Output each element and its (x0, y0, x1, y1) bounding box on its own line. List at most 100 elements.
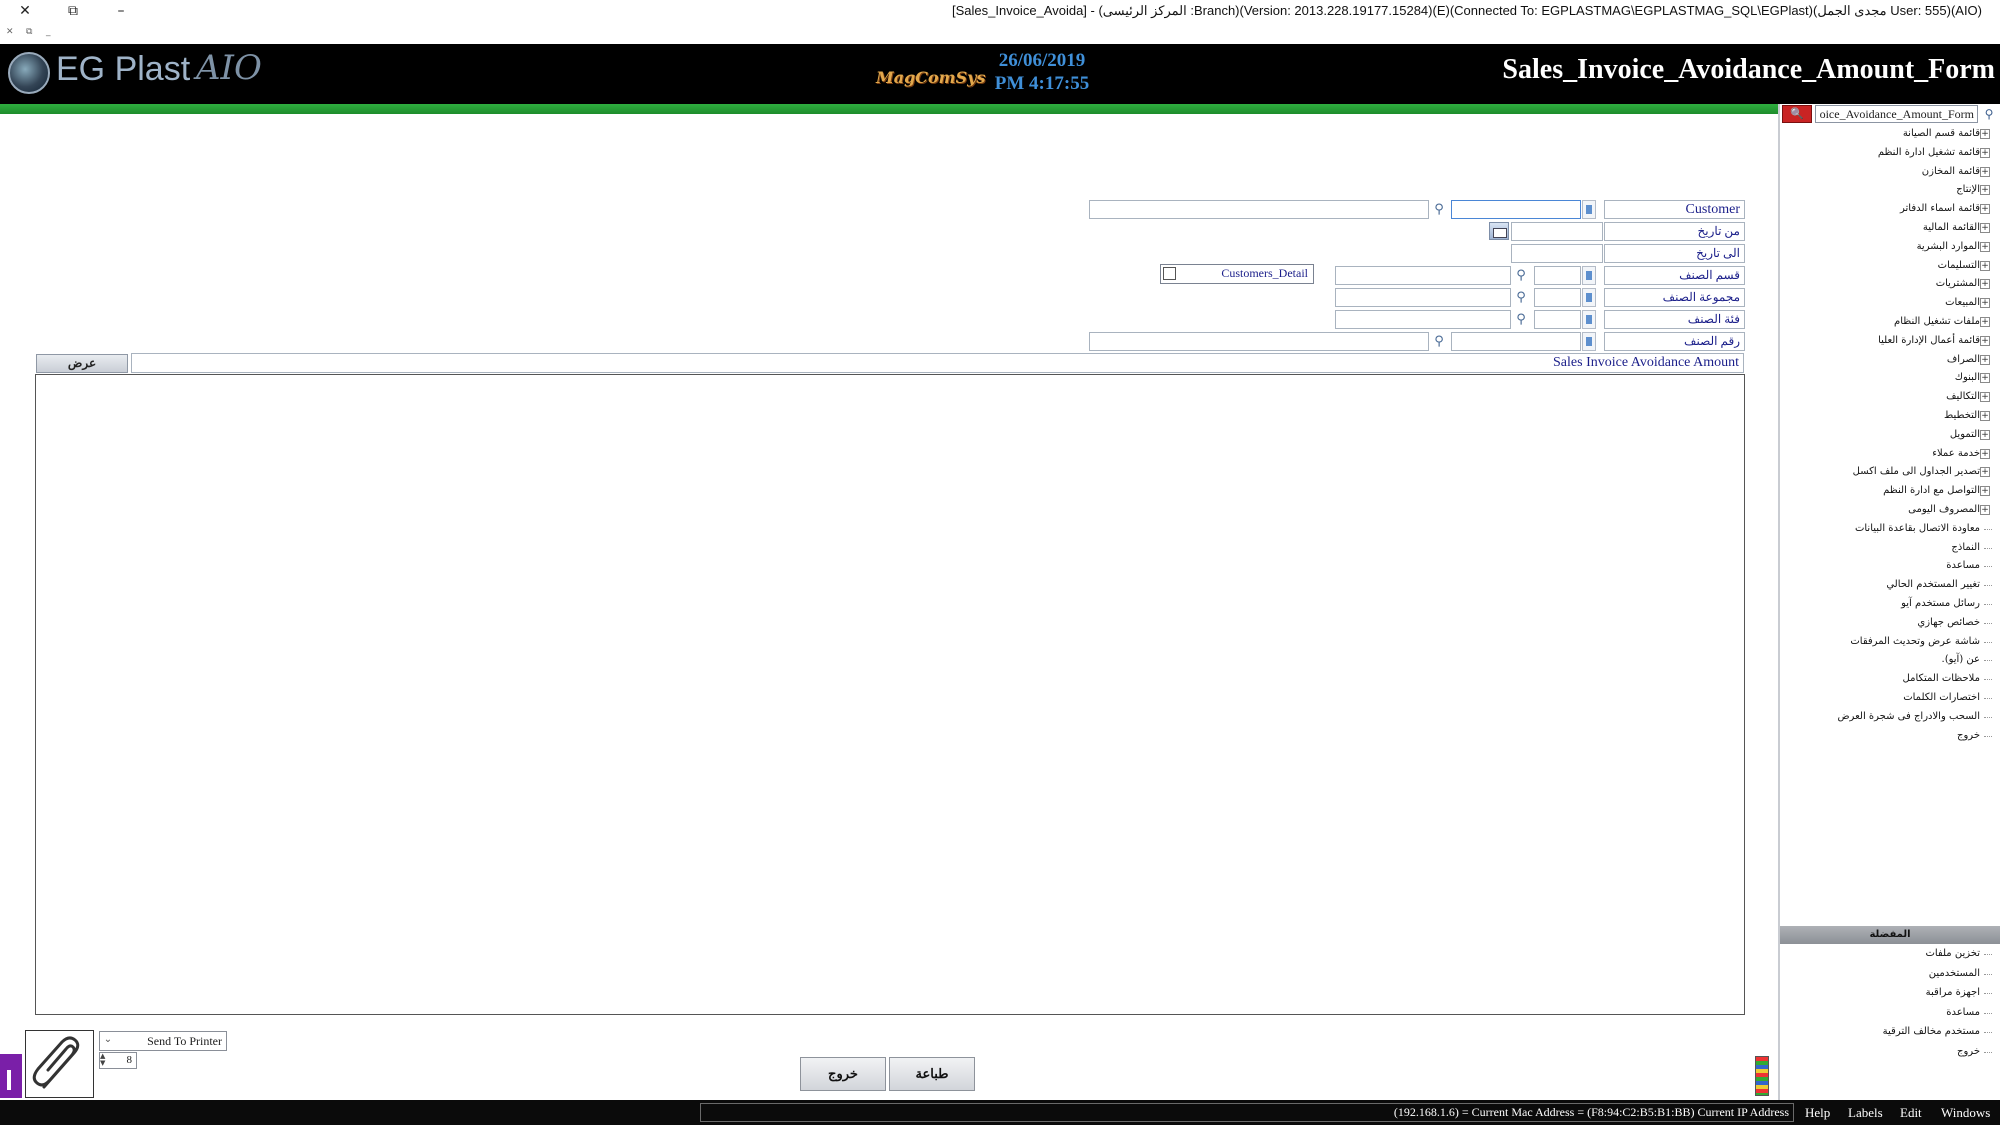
customer-name-field[interactable] (1089, 200, 1429, 219)
tree-item[interactable]: معاودة الاتصال بقاعدة البيانات (1855, 520, 1980, 538)
tree-item[interactable]: قائمة المخازن (1922, 163, 1980, 181)
item-category-picker-icon[interactable] (1582, 310, 1596, 329)
item-category-name-field[interactable] (1335, 310, 1511, 329)
expand-icon[interactable]: + (1980, 505, 1990, 515)
tree-item[interactable]: اختصارات الكلمات (1903, 689, 1980, 707)
item-section-picker-icon[interactable] (1582, 266, 1596, 285)
expand-icon[interactable]: + (1980, 411, 1990, 421)
menu-edit[interactable]: Edit (1900, 1103, 1922, 1122)
attachment-button[interactable] (25, 1030, 94, 1098)
tree-item[interactable]: خصائص جهازي (1917, 614, 1980, 632)
tree-item[interactable]: خروج (1957, 727, 1980, 745)
tree-item[interactable]: خدمة عملاء (1932, 445, 1980, 463)
tree-item[interactable]: الموارد البشرية (1917, 238, 1980, 256)
tree-item[interactable]: الإنتاج (1956, 181, 1980, 199)
stepper-arrows-icon[interactable]: ▲ ▼ (100, 1053, 110, 1068)
tree-item[interactable]: القائمة المالية (1923, 219, 1980, 237)
expand-icon[interactable]: + (1980, 430, 1990, 440)
tree-item[interactable]: قائمة تشغيل ادارة النظم (1878, 144, 1980, 162)
item-number-picker-icon[interactable] (1582, 332, 1596, 351)
tree-item[interactable]: المشتريات (1936, 275, 1980, 293)
restore-icon[interactable]: ⧉ (60, 2, 86, 20)
side-tab-icon[interactable] (0, 1054, 22, 1098)
expand-icon[interactable]: + (1980, 129, 1990, 139)
favorite-item[interactable]: خروج (1957, 1043, 1980, 1061)
calendar-icon[interactable] (1489, 222, 1509, 240)
item-section-code-field[interactable] (1534, 266, 1581, 285)
favorite-item[interactable]: المستخدمين (1929, 965, 1980, 983)
tree-item[interactable]: مساعدة (1946, 557, 1980, 575)
expand-icon[interactable]: + (1980, 355, 1990, 365)
item-number-name-field[interactable] (1089, 332, 1429, 351)
print-destination-select[interactable]: Send To Printer (99, 1031, 227, 1051)
to-date-field[interactable] (1511, 244, 1603, 263)
mdi-minimize-icon[interactable]: _ (46, 27, 51, 37)
tree-item[interactable]: قائمة قسم الصيانة (1903, 125, 1980, 143)
expand-icon[interactable]: + (1980, 298, 1990, 308)
tree-item[interactable]: شاشة عرض وتحديث المرفقات (1850, 633, 1980, 651)
print-button[interactable]: طباعة (889, 1057, 975, 1091)
chevron-down-icon[interactable]: ⌄ (101, 1032, 115, 1048)
tree-item[interactable]: رسائل مستخدم آيو (1901, 595, 1980, 613)
item-group-search-icon[interactable]: ⚲ (1511, 288, 1531, 307)
from-date-field[interactable] (1511, 222, 1603, 241)
tree-item[interactable]: تغيير المستخدم الحالي (1886, 576, 1980, 594)
menu-labels[interactable]: Labels (1848, 1103, 1883, 1122)
books-icon[interactable] (1755, 1056, 1769, 1096)
tree-item[interactable]: التسليمات (1938, 257, 1980, 275)
expand-icon[interactable]: + (1980, 148, 1990, 158)
expand-icon[interactable]: + (1980, 449, 1990, 459)
tree-item[interactable]: قائمة أعمال الإدارة العليا (1878, 332, 1980, 350)
exit-button[interactable]: خروج (800, 1057, 886, 1091)
expand-icon[interactable]: + (1980, 204, 1990, 214)
expand-icon[interactable]: + (1980, 373, 1990, 383)
customer-code-field[interactable] (1451, 200, 1581, 219)
expand-icon[interactable]: + (1980, 467, 1990, 477)
tree-item[interactable]: التمويل (1950, 426, 1980, 444)
mdi-restore-icon[interactable]: ⧉ (26, 27, 32, 37)
mdi-close-icon[interactable]: ✕ (6, 27, 14, 37)
favorite-item[interactable]: تخزين ملفات (1925, 945, 1980, 963)
favorite-item[interactable]: مساعدة (1946, 1004, 1980, 1022)
expand-icon[interactable]: + (1980, 279, 1990, 289)
expand-icon[interactable]: + (1980, 185, 1990, 195)
tree-item[interactable]: التخطيط (1944, 407, 1980, 425)
item-category-search-icon[interactable]: ⚲ (1511, 310, 1531, 329)
tree-item[interactable]: المبيعات (1945, 294, 1980, 312)
menu-help[interactable]: Help (1805, 1103, 1830, 1122)
item-section-name-field[interactable] (1335, 266, 1511, 285)
minimize-icon[interactable]: – (108, 2, 134, 20)
expand-icon[interactable]: + (1980, 261, 1990, 271)
tree-item[interactable]: الصراف (1947, 351, 1980, 369)
expand-icon[interactable]: + (1980, 392, 1990, 402)
item-group-name-field[interactable] (1335, 288, 1511, 307)
tree-item[interactable]: تصدير الجداول الى ملف اكسل (1853, 463, 1980, 481)
expand-icon[interactable]: + (1980, 242, 1990, 252)
tree-item[interactable]: البنوك (1955, 369, 1980, 387)
expand-icon[interactable]: + (1980, 317, 1990, 327)
expand-icon[interactable]: + (1980, 167, 1990, 177)
close-icon[interactable]: ✕ (12, 2, 38, 20)
tree-item[interactable]: ملاحظات المتكامل (1903, 670, 1980, 688)
item-number-code-field[interactable] (1451, 332, 1581, 351)
tree-item[interactable]: السحب والادراج فى شجرة العرض (1837, 708, 1980, 726)
item-group-picker-icon[interactable] (1582, 288, 1596, 307)
item-group-code-field[interactable] (1534, 288, 1581, 307)
menu-windows[interactable]: Windows (1941, 1103, 1990, 1122)
favorite-item[interactable]: مستخدم مخالف الترقية (1883, 1023, 1980, 1041)
menu-search-button[interactable]: 🔍 (1782, 105, 1812, 123)
expand-icon[interactable]: + (1980, 486, 1990, 496)
tree-item[interactable]: عن (آيو). (1942, 651, 1980, 669)
menu-search-input[interactable]: oice_Avoidance_Amount_Form (1815, 105, 1978, 123)
report-viewer[interactable] (35, 374, 1745, 1015)
tree-item[interactable]: المصروف اليومى (1908, 501, 1980, 519)
tree-item[interactable]: النماذج (1951, 539, 1980, 557)
expand-icon[interactable]: + (1980, 336, 1990, 346)
customer-picker-icon[interactable] (1582, 200, 1596, 219)
tree-item[interactable]: التكاليف (1946, 388, 1980, 406)
item-section-search-icon[interactable]: ⚲ (1511, 266, 1531, 285)
expand-icon[interactable]: + (1980, 223, 1990, 233)
favorite-item[interactable]: اجهزة مراقبة (1926, 984, 1980, 1002)
show-button[interactable]: عرض (36, 354, 128, 373)
item-number-search-icon[interactable]: ⚲ (1429, 332, 1449, 351)
